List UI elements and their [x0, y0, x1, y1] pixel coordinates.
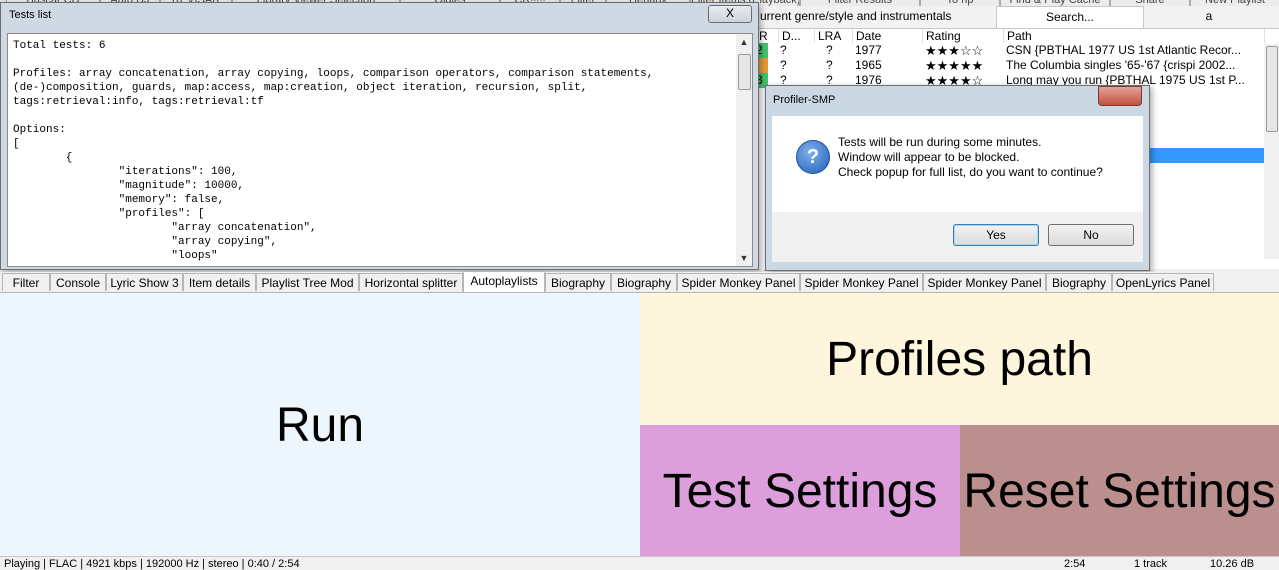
tests-list-content: Total tests: 6 Profiles: array concatena… [13, 40, 654, 262]
row-date-cell: 1977 [855, 43, 882, 57]
tab-genre-style[interactable]: urrent genre/style and instrumentals [756, 6, 996, 27]
run-button-label: Run [275, 398, 365, 452]
panel-tab[interactable]: Spider Monkey Panel [923, 273, 1046, 291]
panel-tab[interactable]: Spider Monkey Panel [677, 273, 800, 291]
tests-list-scrollbar[interactable]: ▲ ▼ [736, 33, 753, 267]
scroll-up-icon[interactable]: ▲ [736, 34, 752, 50]
panel-tab[interactable]: Biography [611, 273, 677, 291]
playlist-row[interactable]: 2?? 1977 ★★★☆☆ CSN {PBTHAL 1977 US 1st Atla… [756, 43, 1265, 58]
tests-window-close-button[interactable]: X [708, 5, 752, 23]
status-playback-info: Playing | FLAC | 4921 kbps | 192000 Hz |… [4, 558, 300, 570]
row-path-cell: The Columbia singles '65-'67 {crispi 200… [1006, 58, 1236, 72]
panel-tab[interactable]: OpenLyrics Panel [1112, 273, 1214, 291]
panel-tab[interactable]: Spider Monkey Panel [800, 273, 923, 291]
column-header-lra[interactable]: LRA [815, 29, 853, 43]
dialog-title: Profiler-SMP [773, 94, 836, 106]
row-d-cell: ? [780, 58, 787, 72]
tab-a[interactable]: a [1144, 6, 1274, 27]
tests-scroll-thumb[interactable] [738, 54, 751, 90]
row-rating-cell: ★★★☆☆ [925, 43, 984, 58]
panel-tab[interactable]: Lyric Show 3 [106, 273, 183, 291]
panel-tab[interactable]: Playlist Tree Mod [256, 273, 359, 291]
test-settings-label: Test Settings [662, 464, 938, 518]
row-rating-cell: ★★★★★ [925, 58, 984, 73]
test-settings-button[interactable]: Test Settings [640, 425, 960, 557]
row-d-cell: ? [780, 43, 787, 57]
scroll-down-icon[interactable]: ▼ [736, 250, 752, 266]
panel-tab[interactable]: Item details [183, 273, 256, 291]
reset-settings-button[interactable]: Reset Settings [960, 425, 1279, 557]
dialog-message-line-3: Check popup for full list, do you want t… [838, 165, 1103, 179]
tests-window-title: Tests list [9, 9, 52, 21]
profiler-dialog: Profiler-SMP ? Tests will be run during … [765, 85, 1150, 271]
reset-settings-label: Reset Settings [963, 464, 1276, 518]
status-gain: 10.26 dB [1210, 558, 1255, 570]
tests-list-window: Tests list X Total tests: 6 Profiles: ar… [0, 2, 759, 270]
run-button[interactable]: Run [0, 293, 640, 557]
profiles-path-button[interactable]: Profiles path [640, 293, 1279, 425]
column-header-rating[interactable]: Rating [923, 29, 1004, 43]
panel-tab[interactable]: Console [50, 273, 106, 291]
column-header-date[interactable]: Date [853, 29, 923, 43]
row-path-cell: CSN {PBTHAL 1977 US 1st Atlantic Recor..… [1006, 43, 1241, 57]
dialog-close-button[interactable] [1098, 86, 1142, 106]
no-button[interactable]: No [1048, 224, 1134, 246]
status-bar: Playing | FLAC | 4921 kbps | 192000 Hz |… [0, 556, 1279, 570]
panel-tab[interactable]: Horizontal splitter [359, 273, 463, 291]
panel-tab[interactable]: Autoplaylists [463, 271, 545, 292]
dialog-message-line-2: Window will appear to be blocked. [838, 150, 1020, 164]
dialog-body: ? Tests will be run during some minutes.… [772, 116, 1143, 212]
playlist-tabs-row: urrent genre/style and instrumentals Sea… [756, 6, 1279, 29]
playlist-scroll-thumb[interactable] [1266, 46, 1278, 132]
dialog-message: Tests will be run during some minutes. W… [838, 135, 1103, 180]
panel-tabs-row: Filter Console Lyric Show 3 Item details Pla… [0, 271, 1279, 293]
dialog-message-line-1: Tests will be run during some minutes. [838, 135, 1042, 149]
status-track-count: 1 track [1134, 558, 1168, 570]
column-header-r[interactable]: R [756, 29, 779, 43]
tests-list-text[interactable]: Total tests: 6 Profiles: array concatena… [7, 33, 738, 267]
yes-button[interactable]: Yes [953, 224, 1039, 246]
panel-tab[interactable]: Filter [2, 273, 50, 291]
column-header-path[interactable]: Path [1004, 29, 1265, 43]
tab-search[interactable]: Search... [996, 6, 1144, 28]
playlist-row[interactable]: ?? 1965 ★★★★★ The Columbia singles '65-'67 … [756, 58, 1265, 73]
status-length: 2:54 [1064, 558, 1086, 570]
row-date-cell: 1965 [855, 58, 882, 72]
row-lra-cell: ? [826, 58, 833, 72]
profiles-path-label: Profiles path [826, 332, 1093, 386]
panel-tab[interactable]: Biography [545, 273, 611, 291]
question-icon: ? [796, 140, 830, 174]
panel-tab[interactable]: Biography [1046, 273, 1112, 291]
column-header-d[interactable]: D... [779, 29, 815, 43]
playlist-scrollbar[interactable] [1264, 44, 1279, 259]
dialog-footer: Yes No [772, 212, 1143, 262]
row-lra-cell: ? [826, 43, 833, 57]
